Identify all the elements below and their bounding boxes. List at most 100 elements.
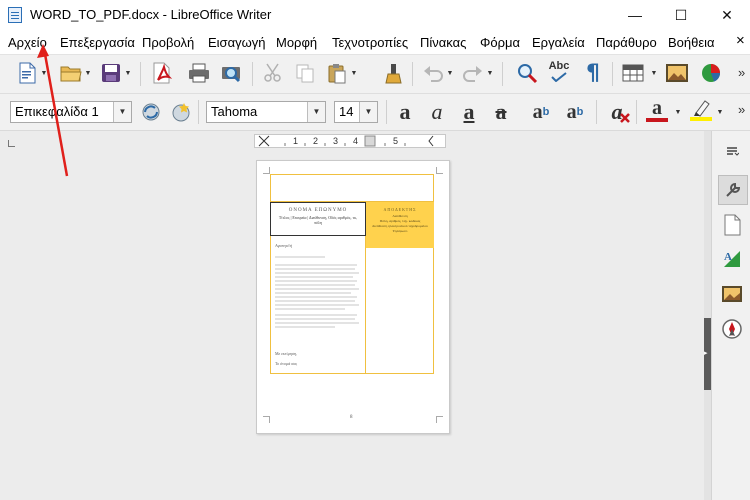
- new-document-icon[interactable]: [14, 60, 40, 86]
- clone-formatting-icon[interactable]: [380, 60, 406, 86]
- recipient-heading: ΑΠΟΔΕΚΤΗΣ: [383, 207, 417, 212]
- gallery-icon[interactable]: [718, 279, 746, 307]
- spellcheck-icon[interactable]: Abc: [546, 58, 572, 84]
- open-folder-icon[interactable]: [58, 60, 84, 86]
- insert-chart-icon[interactable]: [698, 60, 724, 86]
- window-title: WORD_TO_PDF.docx - LibreOffice Writer: [30, 7, 272, 22]
- chevron-down-icon[interactable]: ▼: [359, 102, 377, 122]
- close-button[interactable]: ✕: [704, 0, 750, 30]
- side-frame: [366, 248, 434, 374]
- horizontal-ruler[interactable]: 1 2 3 4 5: [254, 134, 446, 148]
- font-name-value: Tahoma: [211, 104, 258, 119]
- undo-dropdown-arrow[interactable]: ▼: [446, 60, 454, 86]
- salutation-text: Αγαπητέ/ή: [275, 243, 293, 248]
- export-pdf-icon[interactable]: [148, 60, 174, 86]
- insert-table-icon[interactable]: [620, 60, 646, 86]
- redo-icon[interactable]: [460, 60, 486, 86]
- spellcheck-label: Abc: [548, 60, 570, 72]
- styles-icon[interactable]: A: [718, 245, 746, 273]
- recipient-line: Τηλέφωνο: [392, 229, 408, 233]
- menu-help[interactable]: Βοήθεια: [668, 35, 715, 50]
- signature-text: Το όνομά σας: [275, 361, 298, 366]
- menu-form[interactable]: Φόρμα: [480, 35, 520, 50]
- copy-icon[interactable]: [292, 60, 318, 86]
- undo-icon[interactable]: [420, 60, 446, 86]
- sidebar-menu-icon[interactable]: [718, 137, 746, 165]
- menu-close-doc-icon[interactable]: ×: [736, 32, 745, 49]
- save-icon[interactable]: [98, 60, 124, 86]
- font-color-dropdown-arrow[interactable]: ▼: [674, 99, 682, 125]
- strikethrough-icon[interactable]: a: [488, 99, 514, 125]
- chevron-down-icon[interactable]: ▼: [113, 102, 131, 122]
- menu-view[interactable]: Προβολή: [142, 35, 194, 50]
- chevron-down-icon[interactable]: ▼: [307, 102, 325, 122]
- print-icon[interactable]: [186, 60, 212, 86]
- underline-icon[interactable]: a: [456, 99, 482, 125]
- find-replace-icon[interactable]: [514, 60, 540, 86]
- menu-bar: Αρχείο Επεξεργασία Προβολή Εισαγωγή Μορφ…: [0, 30, 750, 55]
- subscript-icon[interactable]: ab: [562, 99, 588, 125]
- page-margin-mark: [263, 416, 270, 423]
- page-margin-mark: [263, 167, 270, 174]
- body-text-lines: [275, 256, 359, 328]
- page-margin-mark: [436, 416, 443, 423]
- title-bar: WORD_TO_PDF.docx - LibreOffice Writer — …: [0, 0, 750, 30]
- superscript-icon[interactable]: ab: [528, 99, 554, 125]
- page-margin-mark: [436, 167, 443, 174]
- font-color-icon[interactable]: a: [644, 97, 670, 123]
- document-page[interactable]: ΟΝΟΜΑ ΕΠΩΝΥΜΟ Τίτλος | Εταιρεία | Διεύθυ…: [256, 160, 450, 434]
- toolbar-overflow-icon[interactable]: »: [738, 65, 745, 80]
- header-frame: [270, 174, 434, 202]
- open-dropdown-arrow[interactable]: ▼: [84, 60, 92, 86]
- save-dropdown-arrow[interactable]: ▼: [124, 60, 132, 86]
- sidebar-collapse-icon[interactable]: ▸: [704, 350, 711, 358]
- formatting-toolbar: Επικεφαλίδα 1 ▼ Tahoma ▼ 14 ▼ a a a a ab…: [0, 94, 750, 131]
- paragraph-style-combo[interactable]: Επικεφαλίδα 1 ▼: [10, 101, 132, 123]
- menu-insert[interactable]: Εισαγωγή: [208, 35, 265, 50]
- formatting-marks-icon[interactable]: ¶: [580, 60, 606, 86]
- paste-dropdown-arrow[interactable]: ▼: [350, 60, 358, 86]
- page-icon[interactable]: [718, 211, 746, 239]
- paragraph-style-value: Επικεφαλίδα 1: [15, 104, 99, 119]
- menu-styles[interactable]: Τεχνοτροπίες: [332, 35, 408, 50]
- ruler-corner-marker: [8, 140, 15, 147]
- toolbar-overflow-icon[interactable]: »: [738, 102, 745, 117]
- writer-app-icon: [8, 7, 22, 23]
- standard-toolbar: ▼ ▼ ▼ ▼ ▼ ▼ Abc ¶ ▼ »: [0, 55, 750, 94]
- highlight-dropdown-arrow[interactable]: ▼: [716, 99, 724, 125]
- properties-wrench-icon[interactable]: [718, 175, 748, 205]
- navigator-compass-icon[interactable]: [718, 315, 746, 343]
- print-preview-icon[interactable]: [218, 60, 244, 86]
- maximize-button[interactable]: ☐: [658, 0, 704, 30]
- menu-format[interactable]: Μορφή: [276, 35, 317, 50]
- menu-table[interactable]: Πίνακας: [420, 35, 466, 50]
- highlighting-icon[interactable]: [688, 97, 714, 123]
- insert-image-icon[interactable]: [664, 60, 690, 86]
- svg-text:A: A: [724, 251, 732, 263]
- italic-icon[interactable]: a: [424, 99, 450, 125]
- closing-text: Με εκτίμηση,: [275, 351, 298, 356]
- bold-icon[interactable]: a: [392, 99, 418, 125]
- font-size-value: 14: [339, 104, 354, 119]
- redo-dropdown-arrow[interactable]: ▼: [486, 60, 494, 86]
- new-dropdown-arrow[interactable]: ▼: [40, 60, 48, 86]
- name-heading: ΟΝΟΜΑ ΕΠΩΝΥΜΟ: [288, 208, 348, 213]
- paste-icon[interactable]: [324, 60, 350, 86]
- new-style-icon[interactable]: [168, 99, 194, 125]
- update-style-icon[interactable]: [138, 99, 164, 125]
- font-name-combo[interactable]: Tahoma ▼: [206, 101, 326, 123]
- clear-formatting-icon[interactable]: a: [604, 99, 630, 125]
- page-footer-mark: 8: [350, 415, 353, 420]
- vertical-scrollbar[interactable]: [704, 131, 711, 500]
- menu-file[interactable]: Αρχείο: [8, 35, 47, 50]
- table-dropdown-arrow[interactable]: ▼: [650, 60, 658, 86]
- ruler-label: 2: [313, 136, 319, 146]
- minimize-button[interactable]: —: [612, 0, 658, 30]
- menu-window[interactable]: Παράθυρο: [596, 35, 657, 50]
- font-size-combo[interactable]: 14 ▼: [334, 101, 378, 123]
- menu-edit[interactable]: Επεξεργασία: [60, 35, 135, 50]
- name-subline: Τίτλος | Εταιρεία | Διεύθυνση, Οδός αριθ…: [278, 215, 358, 225]
- menu-tools[interactable]: Εργαλεία: [532, 35, 585, 50]
- cut-icon[interactable]: [260, 60, 286, 86]
- ruler-label: 3: [333, 136, 339, 146]
